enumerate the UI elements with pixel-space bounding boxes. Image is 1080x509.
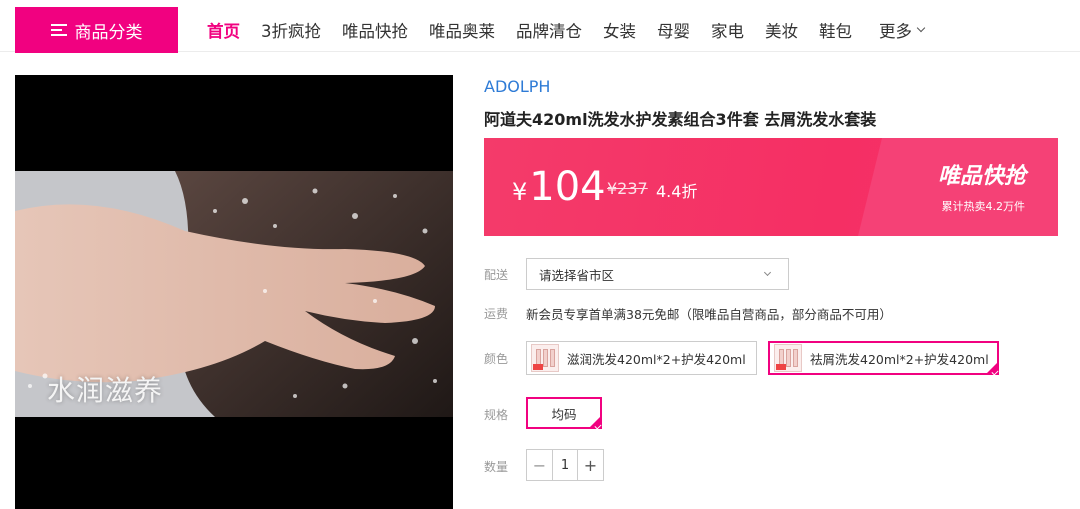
nav-item-shoes-bags[interactable]: 鞋包 [819, 18, 852, 42]
video-frame: 水润滋养 [15, 171, 453, 417]
color-option-label: 祛屑洗发420ml*2+护发420ml [810, 351, 989, 367]
delivery-label: 配送 [484, 268, 509, 282]
nav-item-home[interactable]: 首页 [207, 18, 240, 42]
chevron-down-icon [763, 268, 772, 277]
color-option-selected[interactable]: 祛屑洗发420ml*2+护发420ml [768, 341, 999, 375]
menu-icon [50, 23, 67, 37]
category-menu-button[interactable]: 商品分类 [15, 7, 178, 53]
color-label: 颜色 [484, 352, 509, 366]
quantity-increase-button[interactable]: + [578, 450, 603, 480]
nav-item-flash-30[interactable]: 3折疯抢 [261, 18, 321, 42]
nav-item-appliances[interactable]: 家电 [711, 18, 744, 42]
price-currency: ¥ [512, 178, 528, 206]
check-icon [985, 361, 999, 375]
shipping-label: 运费 [484, 307, 509, 321]
quantity-decrease-button[interactable]: − [527, 450, 552, 480]
color-option-label: 滋润洗发420ml*2+护发420ml [567, 351, 746, 367]
quantity-label: 数量 [484, 460, 509, 474]
promo-title: 唯品快抢 [937, 164, 1026, 189]
video-caption: 水润滋养 [47, 374, 164, 407]
price-value: 104 [529, 164, 606, 210]
check-icon [588, 415, 602, 429]
discount-label: 4.4折 [656, 182, 698, 201]
nav-item-quick-buy[interactable]: 唯品快抢 [342, 18, 408, 42]
promo-sales-count: 累计热卖4.2万件 [941, 200, 1026, 213]
nav-item-clearance[interactable]: 品牌清仓 [516, 18, 582, 42]
product-title: 阿道夫420ml洗发水护发素组合3件套 去屑洗发水套装 [484, 110, 877, 129]
nav-item-outlet[interactable]: 唯品奥莱 [429, 18, 495, 42]
nav-item-baby[interactable]: 母婴 [657, 18, 690, 42]
current-price: ¥ 104 [512, 164, 606, 210]
size-option-selected[interactable]: 均码 [526, 397, 602, 429]
nav-item-beauty[interactable]: 美妆 [765, 18, 798, 42]
chevron-down-icon [916, 23, 926, 33]
region-select-value: 请选择省市区 [539, 267, 615, 283]
quantity-stepper: − 1 + [526, 449, 604, 481]
color-option[interactable]: 滋润洗发420ml*2+护发420ml [526, 341, 757, 375]
nav-more-label: 更多 [879, 22, 912, 41]
category-menu-label: 商品分类 [74, 22, 143, 43]
quantity-input[interactable]: 1 [552, 450, 578, 480]
nav-links: 首页 3折疯抢 唯品快抢 唯品奥莱 品牌清仓 女装 母婴 家电 美妆 鞋包 更多 [207, 10, 945, 50]
nav-item-women[interactable]: 女装 [603, 18, 636, 42]
region-select[interactable]: 请选择省市区 [526, 258, 789, 290]
product-thumbnail [531, 344, 559, 372]
brand-link[interactable]: ADOLPH [484, 77, 550, 96]
size-option-label: 均码 [551, 406, 577, 422]
product-video[interactable]: 水润滋养 [15, 75, 453, 509]
nav-item-more[interactable]: 更多 [879, 18, 926, 42]
product-thumbnail [774, 344, 802, 372]
shipping-info: 新会员专享首单满38元免邮（限唯品自营商品，部分商品不可用） [526, 307, 892, 322]
price-banner: ¥ 104 ¥237 4.4折 唯品快抢 累计热卖4.2万件 [484, 138, 1058, 236]
original-price: ¥237 [607, 179, 648, 198]
top-nav: 商品分类 首页 3折疯抢 唯品快抢 唯品奥莱 品牌清仓 女装 母婴 家电 美妆 … [0, 0, 1080, 53]
size-label: 规格 [484, 408, 509, 422]
